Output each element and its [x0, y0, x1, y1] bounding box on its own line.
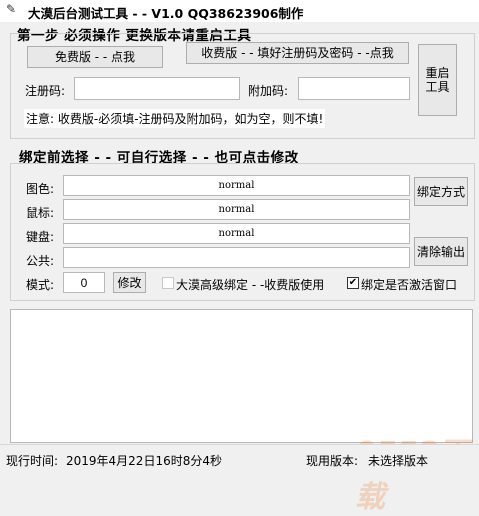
extra-code-input[interactable]: [298, 77, 410, 100]
reg-code-input[interactable]: [74, 77, 240, 100]
paid-version-button[interactable]: 收费版 - - 填好注册码及密码 - -点我: [186, 42, 409, 64]
restart-tool-button[interactable]: 重启工具: [418, 44, 457, 116]
status-bar: 现行时间: 2019年4月22日16时8分4秒 现用版本: 未选择版本: [0, 444, 479, 472]
activate-window-checkbox[interactable]: ✔: [347, 277, 359, 289]
keyboard-mode-field[interactable]: normal: [63, 223, 410, 244]
public-label: 公共:: [26, 254, 55, 268]
time-label: 现行时间:: [6, 454, 59, 468]
window-title: 大漠后台测试工具 - - V1.0 QQ38623906制作: [28, 6, 304, 21]
clear-output-button[interactable]: 清除输出: [414, 237, 468, 266]
title-bar: ✎ 大漠后台测试工具 - - V1.0 QQ38623906制作: [0, 0, 479, 22]
mouse-label: 鼠标:: [26, 206, 55, 220]
advanced-bind-checkbox[interactable]: [162, 277, 174, 289]
version-label: 现用版本:: [306, 454, 359, 468]
restart-tool-label: 重启工具: [425, 66, 450, 94]
public-mode-field[interactable]: [63, 247, 410, 268]
display-mode-field[interactable]: normal: [63, 175, 410, 196]
app-icon: ✎: [6, 2, 17, 16]
version-value: 未选择版本: [368, 454, 429, 468]
advanced-bind-label: 大漠高级绑定 - -收费版使用: [176, 278, 325, 292]
bind-mode-button[interactable]: 绑定方式: [414, 177, 468, 206]
free-version-button[interactable]: 免费版 - - 点我: [27, 46, 163, 68]
mouse-mode-field[interactable]: normal: [63, 199, 410, 220]
time-value: 2019年4月22日16时8分4秒: [66, 454, 222, 468]
extra-code-label: 附加码:: [248, 84, 289, 98]
mode-input[interactable]: 0: [63, 272, 105, 293]
note-text: 注意: 收费版-必须填-注册码及附加码，如为空，则不填!: [24, 109, 326, 128]
display-label: 图色:: [26, 182, 55, 196]
modify-button[interactable]: 修改: [113, 272, 146, 293]
reg-code-label: 注册码:: [25, 84, 66, 98]
activate-window-label: 绑定是否激活窗口: [361, 278, 458, 292]
keyboard-label: 键盘:: [26, 230, 55, 244]
output-textarea[interactable]: [10, 309, 473, 443]
mode-label: 模式:: [26, 278, 55, 292]
watermark-logo: 9553下载: [355, 436, 469, 515]
main-window: ✎ 大漠后台测试工具 - - V1.0 QQ38623906制作 第一步 必须操…: [0, 0, 479, 515]
